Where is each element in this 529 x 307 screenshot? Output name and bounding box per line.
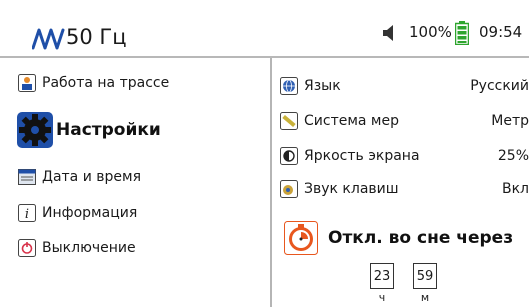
- menu-item-date-time[interactable]: Дата и время: [18, 165, 141, 189]
- hours-unit-label: ч: [378, 291, 386, 304]
- minutes-unit-label: м: [420, 291, 430, 304]
- svg-text:i: i: [25, 207, 29, 222]
- setting-value: Русский: [470, 78, 529, 94]
- menu-item-settings[interactable]: Настройки: [16, 112, 161, 148]
- menu-item-label: Выключение: [42, 240, 136, 256]
- brightness-icon: [280, 147, 298, 165]
- menu-item-route-work[interactable]: Работа на трассе: [18, 71, 169, 95]
- setting-brightness[interactable]: Яркость экрана 25%: [280, 145, 529, 167]
- globe-icon: [280, 77, 298, 95]
- calendar-icon: [18, 168, 36, 186]
- sleep-hours-field[interactable]: 23: [370, 263, 394, 289]
- ruler-icon: [280, 112, 298, 130]
- setting-value: Вкл: [501, 181, 529, 197]
- speaker-icon: [383, 25, 393, 41]
- power-icon: [18, 239, 36, 257]
- route-work-icon: [18, 74, 36, 92]
- setting-label: Язык: [304, 78, 341, 94]
- menu-item-label: Работа на трассе: [42, 75, 170, 91]
- menu-item-information[interactable]: i Информация: [18, 201, 137, 225]
- setting-label: Система мер: [304, 113, 399, 129]
- sleep-timer-icon: [284, 221, 318, 255]
- menu-item-label: Настройки: [56, 120, 161, 140]
- setting-value: 25%: [497, 148, 529, 164]
- device-screen: 50 Гц 100% 09:54 Работа на трассе Настро…: [0, 0, 529, 307]
- sleep-minutes-value: 59: [416, 268, 434, 284]
- key-sound-icon: [280, 180, 298, 198]
- status-bar: 50 Гц 100% 09:54: [0, 0, 529, 58]
- setting-language[interactable]: Язык Русский: [280, 75, 529, 97]
- frequency-label: 50 Гц: [66, 25, 127, 49]
- menu-item-shutdown[interactable]: Выключение: [18, 236, 136, 260]
- info-icon: i: [18, 204, 36, 222]
- sleep-hours-value: 23: [373, 268, 391, 284]
- sine-wave-icon: [32, 28, 65, 50]
- menu-item-label: Информация: [42, 205, 138, 221]
- setting-value: Метр: [491, 113, 529, 129]
- battery-percent: 100%: [409, 23, 452, 41]
- setting-label: Звук клавиш: [304, 181, 399, 197]
- battery-icon: [455, 21, 469, 45]
- sleep-timer-section: Откл. во сне через: [284, 220, 513, 256]
- setting-units[interactable]: Система мер Метр: [280, 110, 529, 132]
- sleep-timer-title: Откл. во сне через: [328, 228, 514, 248]
- setting-key-sound[interactable]: Звук клавиш Вкл: [280, 178, 529, 200]
- panel-divider: [270, 58, 272, 307]
- setting-label: Яркость экрана: [304, 148, 420, 164]
- sleep-minutes-field[interactable]: 59: [413, 263, 437, 289]
- menu-item-label: Дата и время: [42, 169, 141, 185]
- clock: 09:54: [479, 23, 523, 41]
- gear-icon: [16, 111, 54, 149]
